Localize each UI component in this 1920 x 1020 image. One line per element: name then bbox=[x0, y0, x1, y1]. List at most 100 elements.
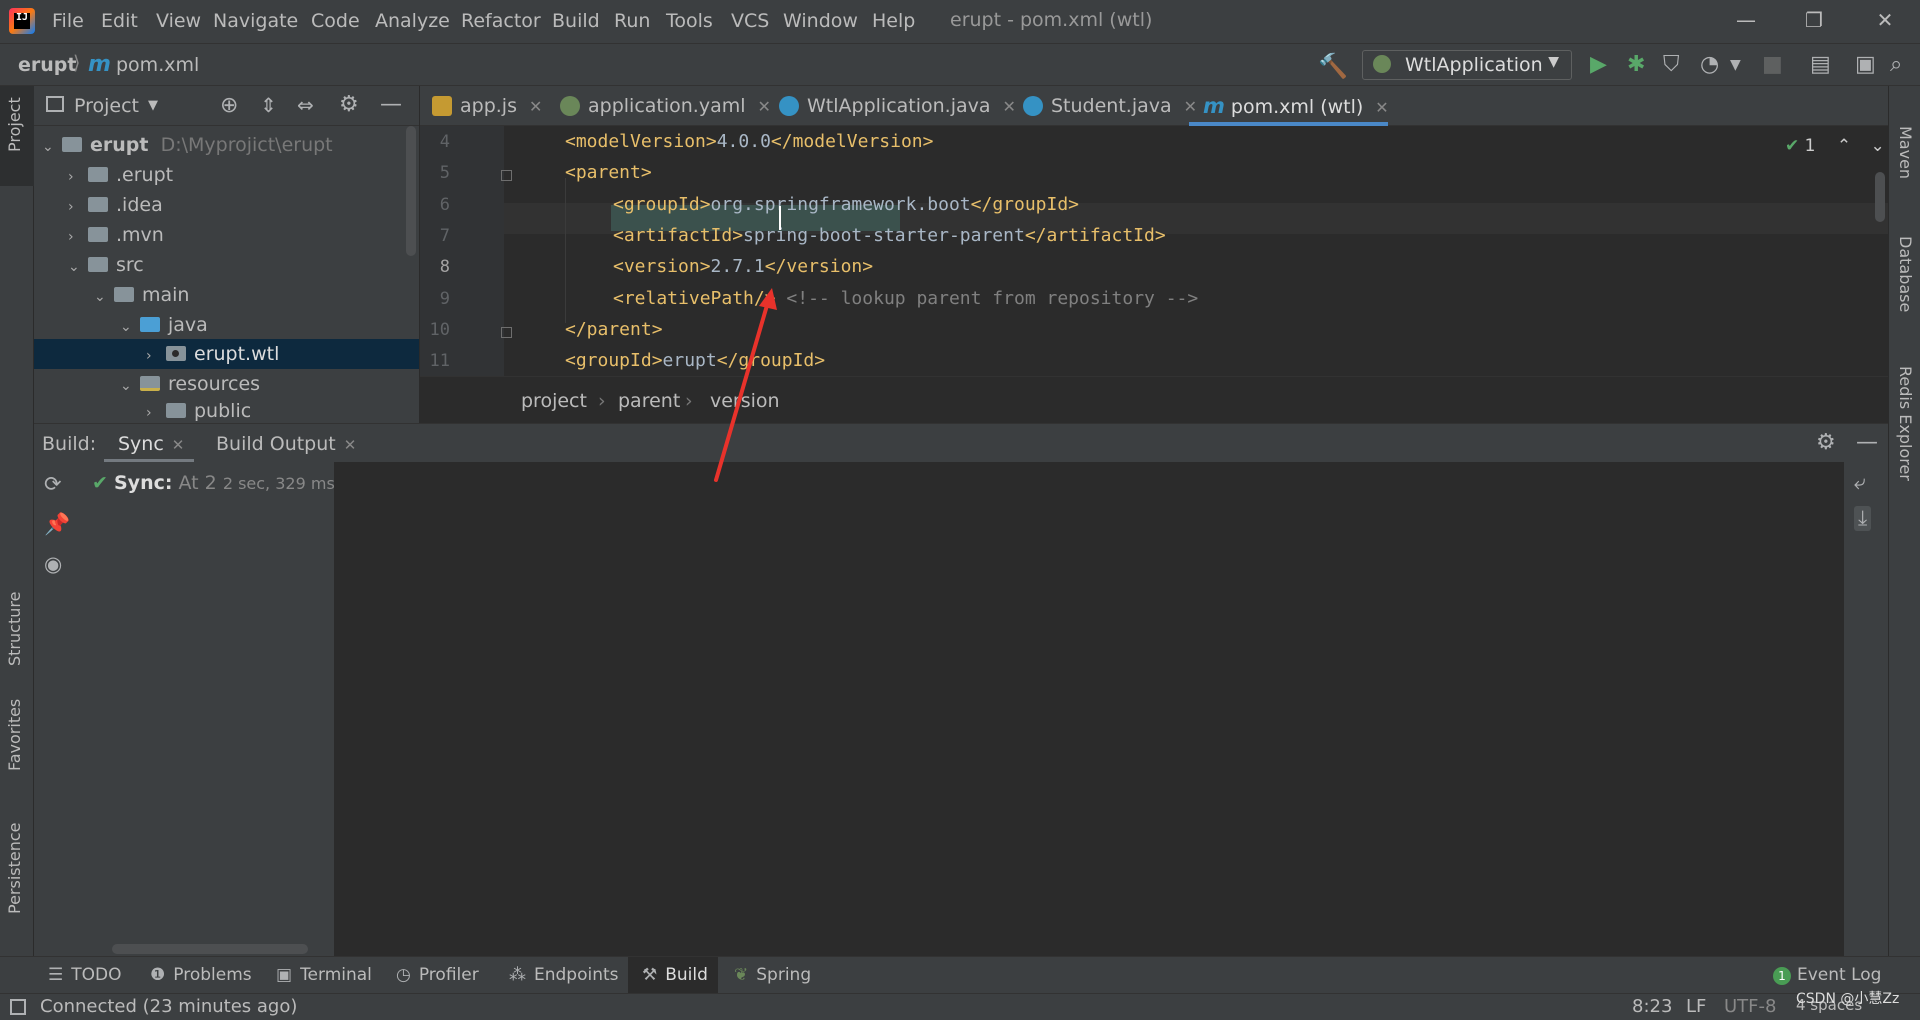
chevron-down-icon[interactable]: ⌄ bbox=[1871, 136, 1885, 156]
close-window-icon[interactable]: ✕ bbox=[1872, 8, 1898, 34]
gear-icon[interactable]: ⚙ bbox=[1816, 430, 1836, 455]
menu-run[interactable]: Run bbox=[614, 10, 650, 32]
tab-application-yaml[interactable]: application.yaml ✕ bbox=[560, 86, 771, 126]
hide-panel-icon[interactable]: — bbox=[1856, 430, 1878, 455]
code-line-10[interactable]: </parent> bbox=[565, 319, 663, 340]
tool-tab-terminal[interactable]: ▣ Terminal bbox=[276, 965, 372, 985]
tree-item-public[interactable]: › public bbox=[146, 396, 251, 423]
collapse-all-icon[interactable]: ⇔ bbox=[297, 93, 314, 117]
menu-file[interactable]: File bbox=[52, 10, 84, 32]
tree-item-main[interactable]: ⌄ main bbox=[94, 280, 189, 310]
editor-scrollbar[interactable] bbox=[1875, 172, 1885, 222]
minimize-icon[interactable]: — bbox=[1733, 8, 1759, 34]
menu-vcs[interactable]: VCS bbox=[731, 10, 769, 32]
caret-position[interactable]: 8:23 bbox=[1632, 996, 1672, 1017]
stripe-tab-project[interactable]: Project bbox=[5, 97, 24, 152]
stop-icon[interactable]: ■ bbox=[1762, 52, 1783, 77]
tool-tab-problems[interactable]: ❶ Problems bbox=[150, 965, 252, 985]
tool-tab-profiler[interactable]: ◷ Profiler bbox=[396, 965, 479, 985]
tool-tab-todo[interactable]: ☰ TODO bbox=[48, 965, 122, 985]
restore-icon[interactable]: ❐ bbox=[1801, 8, 1827, 34]
run-icon[interactable]: ▶ bbox=[1590, 52, 1607, 77]
file-encoding[interactable]: UTF-8 bbox=[1724, 996, 1776, 1017]
tool-tab-spring[interactable]: ❦ Spring bbox=[734, 965, 811, 985]
search-icon[interactable]: ⌕ bbox=[1890, 52, 1902, 77]
breadcrumb-project[interactable]: erupt bbox=[18, 54, 76, 76]
stripe-tab-database[interactable]: Database bbox=[1896, 236, 1915, 312]
tree-item-resources[interactable]: ⌄ resources bbox=[120, 369, 260, 399]
eye-icon[interactable]: ◉ bbox=[44, 552, 62, 576]
build-hammer-icon[interactable]: 🔨 bbox=[1318, 52, 1348, 80]
soft-wrap-icon[interactable]: ⤶ bbox=[1854, 470, 1866, 495]
tab-wtlapplication-java[interactable]: WtlApplication.java ✕ bbox=[779, 86, 1016, 126]
menu-analyze[interactable]: Analyze bbox=[375, 10, 450, 32]
stripe-tab-redis-explorer[interactable]: Redis Explorer bbox=[1896, 366, 1915, 481]
stripe-tab-structure[interactable]: Structure bbox=[5, 592, 24, 666]
tab-pom-xml-active[interactable]: m pom.xml (wtl) ✕ bbox=[1203, 86, 1389, 126]
profile-icon[interactable]: ◔ bbox=[1700, 52, 1719, 77]
coverage-icon[interactable]: ⛉ bbox=[1663, 52, 1680, 77]
close-tab-icon[interactable]: ✕ bbox=[1184, 97, 1197, 116]
run-configuration-select[interactable]: WtlApplication ▼ bbox=[1362, 50, 1572, 80]
fold-marker-icon[interactable] bbox=[501, 170, 512, 181]
stripe-tab-favorites[interactable]: Favorites bbox=[5, 699, 24, 771]
breadcrumb-file[interactable]: pom.xml bbox=[116, 54, 199, 76]
tree-item-src[interactable]: ⌄ src bbox=[68, 250, 144, 280]
code-line-5[interactable]: <parent> bbox=[565, 162, 652, 183]
tab-app-js[interactable]: app.js ✕ bbox=[432, 86, 542, 126]
menu-build[interactable]: Build bbox=[552, 10, 600, 32]
stripe-tab-maven[interactable]: Maven bbox=[1896, 126, 1915, 179]
project-scrollbar[interactable] bbox=[406, 126, 416, 256]
project-structure-icon[interactable]: ▤ bbox=[1810, 52, 1831, 77]
expand-all-icon[interactable]: ⇕ bbox=[260, 93, 277, 117]
menu-tools[interactable]: Tools bbox=[666, 10, 713, 32]
close-tab-icon[interactable]: ✕ bbox=[344, 436, 357, 454]
code-line-4[interactable]: <modelVersion>4.0.0</modelVersion> bbox=[565, 131, 933, 152]
tree-item-mvn[interactable]: › .mvn bbox=[68, 220, 164, 250]
tree-item-dot-erupt[interactable]: › .erupt bbox=[68, 160, 173, 190]
code-line-9[interactable]: <relativePath/> <!-- lookup parent from … bbox=[613, 288, 1198, 309]
tree-item-idea[interactable]: › .idea bbox=[68, 190, 163, 220]
code-line-8[interactable]: <version>2.7.1</version> bbox=[613, 256, 873, 277]
menu-code[interactable]: Code bbox=[311, 10, 360, 32]
tool-tab-build[interactable]: ⚒ Build bbox=[642, 965, 708, 985]
build-tab-sync[interactable]: Sync ✕ bbox=[118, 433, 184, 455]
close-tab-icon[interactable]: ✕ bbox=[172, 436, 185, 454]
chevron-up-icon[interactable]: ⌃ bbox=[1837, 136, 1851, 156]
sync-result-item[interactable]: ✔ Sync: At 2 2 sec, 329 ms bbox=[92, 472, 335, 494]
close-tab-icon[interactable]: ✕ bbox=[529, 97, 542, 116]
project-panel-title[interactable]: Project bbox=[74, 95, 139, 117]
breadcrumb-version[interactable]: version bbox=[710, 390, 780, 412]
menu-window[interactable]: Window bbox=[783, 10, 858, 32]
menu-edit[interactable]: Edit bbox=[101, 10, 138, 32]
breadcrumb-parent[interactable]: parent bbox=[618, 390, 680, 412]
tree-item-erupt[interactable]: ⌄ erupt D:\Myprojict\erupt bbox=[42, 130, 333, 160]
menu-refactor[interactable]: Refactor bbox=[461, 10, 541, 32]
code-line-7[interactable]: <artifactId>spring-boot-starter-parent</… bbox=[613, 225, 1166, 246]
line-separator[interactable]: LF bbox=[1686, 996, 1706, 1017]
menu-help[interactable]: Help bbox=[872, 10, 915, 32]
sync-icon[interactable]: ⟳ bbox=[44, 472, 62, 496]
pin-icon[interactable]: 📌 bbox=[44, 512, 70, 537]
tool-tab-endpoints[interactable]: ⁂ Endpoints bbox=[509, 965, 619, 985]
tab-student-java[interactable]: Student.java ✕ bbox=[1023, 86, 1197, 126]
close-tab-icon[interactable]: ✕ bbox=[758, 97, 771, 116]
build-tab-output[interactable]: Build Output ✕ bbox=[216, 433, 356, 455]
gear-icon[interactable]: ⚙ bbox=[339, 92, 359, 117]
inspection-widget[interactable]: ✔ 1 ⌃ ⌄ bbox=[1785, 136, 1885, 156]
scroll-to-end-icon[interactable]: ⤓ bbox=[1854, 506, 1872, 531]
tree-item-java[interactable]: ⌄ java bbox=[120, 310, 208, 340]
stripe-tab-persistence[interactable]: Persistence bbox=[5, 822, 24, 914]
locate-icon[interactable]: ⊕ bbox=[220, 93, 238, 118]
code-line-6[interactable]: <groupId>org.springframework.boot</group… bbox=[613, 194, 1079, 215]
profile-dropdown-icon[interactable]: ▼ bbox=[1730, 57, 1741, 73]
menu-navigate[interactable]: Navigate bbox=[213, 10, 298, 32]
chevron-down-icon[interactable]: ▼ bbox=[148, 98, 158, 113]
fold-marker-icon[interactable] bbox=[501, 327, 512, 338]
layout-icon[interactable]: ▣ bbox=[1855, 52, 1876, 77]
close-tab-icon[interactable]: ✕ bbox=[1003, 97, 1016, 116]
hide-panel-icon[interactable]: — bbox=[380, 92, 402, 117]
debug-icon[interactable]: ✱ bbox=[1627, 52, 1645, 77]
tree-item-erupt-wtl[interactable]: › erupt.wtl bbox=[146, 339, 279, 369]
close-tab-icon[interactable]: ✕ bbox=[1375, 98, 1388, 117]
